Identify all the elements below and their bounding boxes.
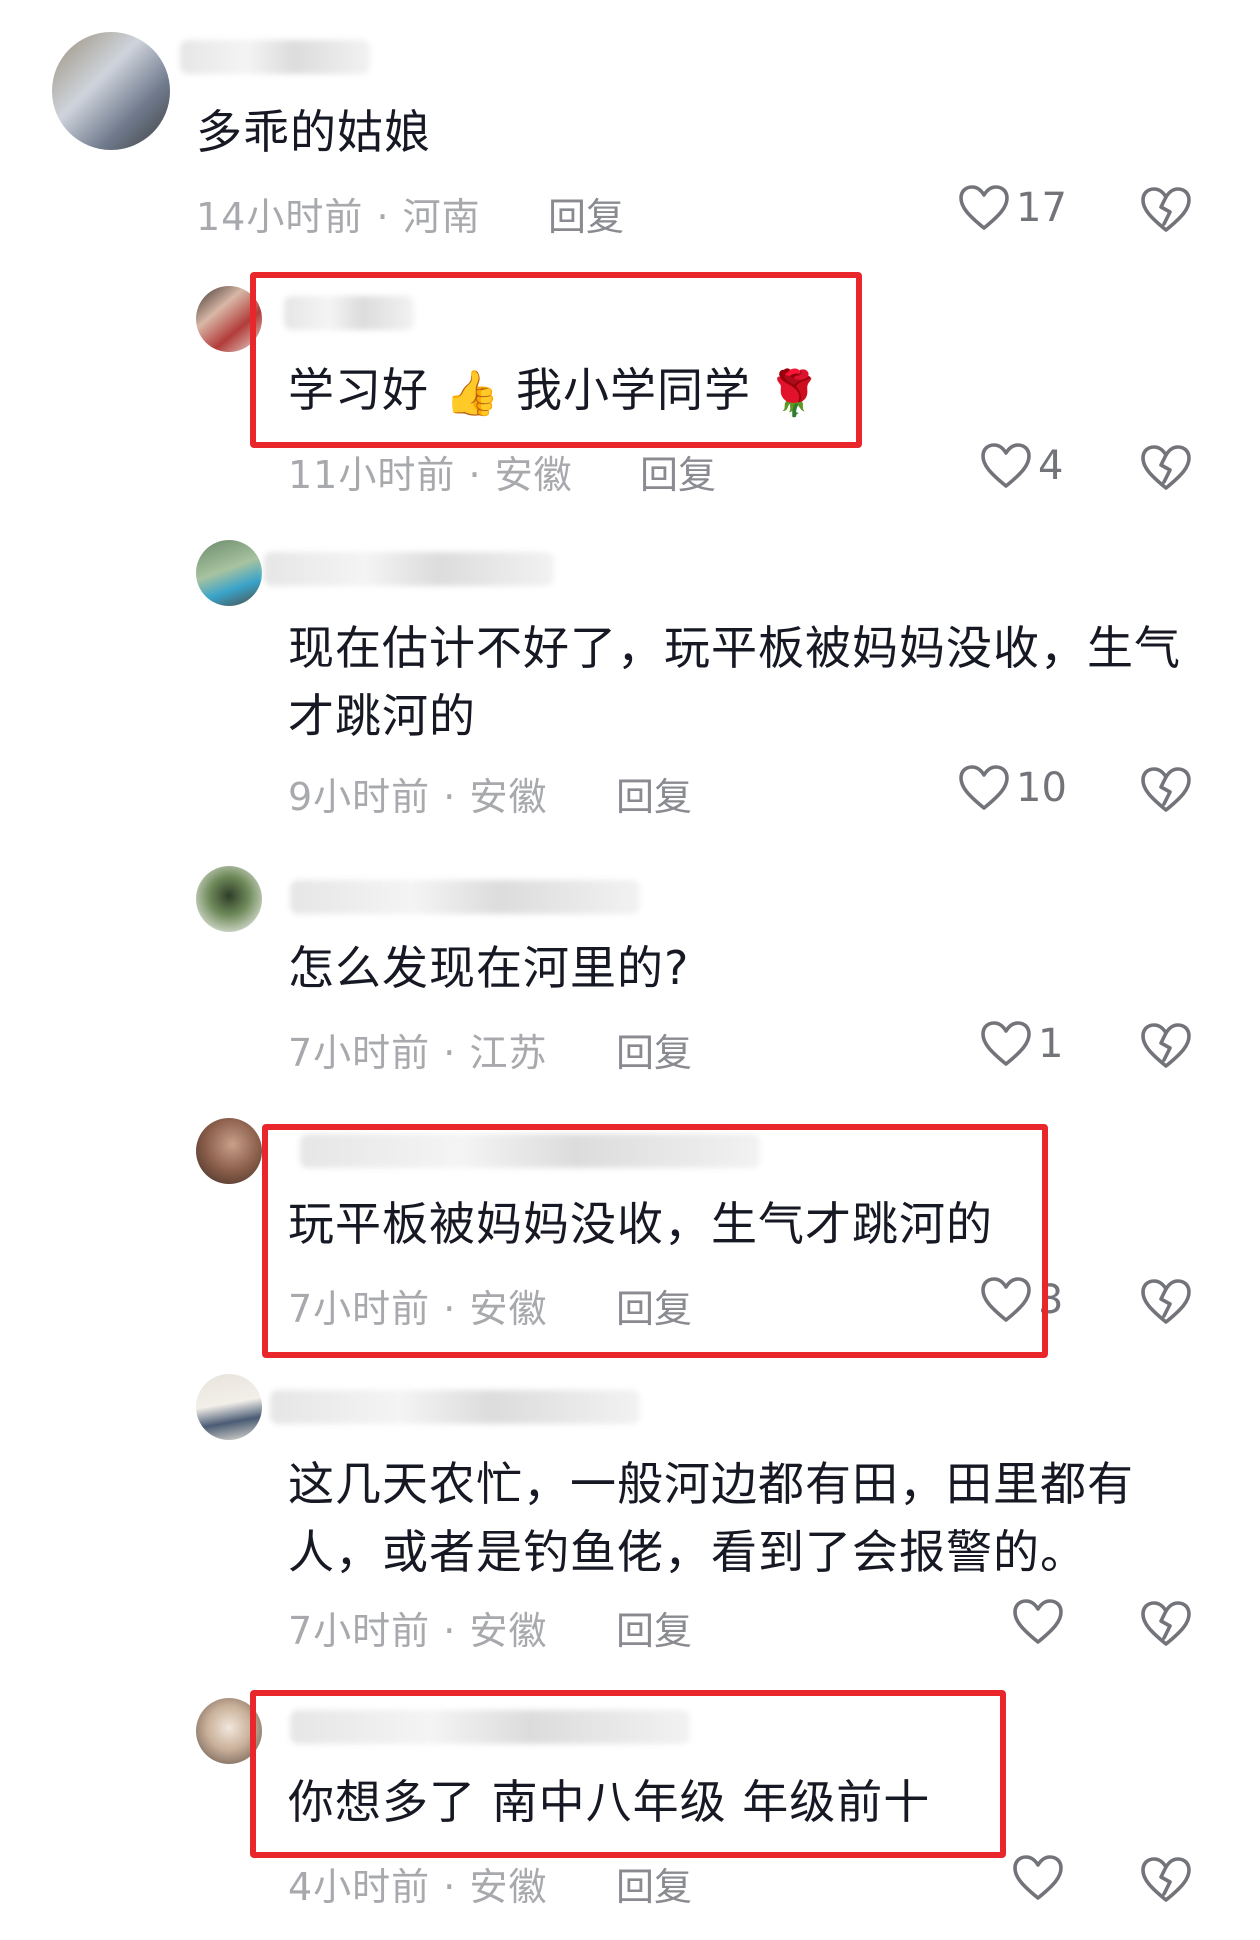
comment-region: 安徽 (469, 775, 548, 819)
like-count: 17 (1016, 185, 1067, 231)
username-blurred[interactable] (264, 552, 554, 586)
like-button[interactable]: 10 (958, 764, 1067, 812)
heart-outline-icon (980, 442, 1032, 490)
broken-heart-icon[interactable] (1140, 1600, 1192, 1648)
broken-heart-icon[interactable] (1140, 1278, 1192, 1326)
comment-meta: 14小时前 · 河南 (196, 186, 481, 241)
comment-text: 这几天农忙，一般河边都有田，田里都有 人，或者是钓鱼佬，看到了会报警的。 (288, 1450, 1134, 1586)
avatar[interactable] (196, 1374, 262, 1440)
comment-meta: 9小时前 · 安徽 (288, 766, 547, 821)
broken-heart-icon[interactable] (1140, 766, 1192, 814)
comment-line: 现在估计不好了，玩平板被妈妈没收，生气 (288, 621, 1181, 675)
heart-outline-icon (1012, 1598, 1064, 1646)
username-blurred[interactable] (180, 40, 370, 74)
comment-time: 4小时前 (288, 1865, 431, 1909)
comment-time: 7小时前 (288, 1609, 431, 1653)
like-button[interactable]: 17 (958, 184, 1067, 232)
comment-meta: 7小时前 · 江苏 (288, 1022, 547, 1077)
reply-button[interactable]: 回复 (548, 186, 624, 241)
like-button[interactable]: 4 (980, 442, 1063, 490)
username-blurred[interactable] (270, 1390, 640, 1424)
like-count: 1 (1038, 1021, 1064, 1067)
broken-heart-icon[interactable] (1140, 444, 1192, 492)
separator: · (443, 775, 457, 819)
separator: · (443, 1609, 457, 1653)
comment-region: 江苏 (469, 1031, 548, 1075)
avatar[interactable] (196, 1118, 262, 1184)
highlight-box (250, 272, 862, 448)
comment-line: 才跳河的 (288, 689, 476, 743)
broken-heart-icon[interactable] (1140, 186, 1192, 234)
avatar[interactable] (196, 866, 262, 932)
comment-time: 7小时前 (288, 1031, 431, 1075)
comment-text: 现在估计不好了，玩平板被妈妈没收，生气 才跳河的 (288, 614, 1181, 750)
comment-region: 安徽 (494, 453, 573, 497)
highlight-box (250, 1690, 1006, 1858)
like-count: 4 (1038, 443, 1064, 489)
comment-meta: 7小时前 · 安徽 (288, 1600, 547, 1655)
username-blurred[interactable] (290, 880, 640, 914)
comment-time: 11小时前 (288, 453, 456, 497)
comment-line: 人，或者是钓鱼佬，看到了会报警的。 (288, 1525, 1087, 1579)
heart-outline-icon (958, 764, 1010, 812)
comment-text: 多乖的姑娘 (196, 105, 431, 159)
reply-button[interactable]: 回复 (640, 444, 716, 499)
highlight-box (262, 1124, 1048, 1358)
comment-meta: 11小时前 · 安徽 (288, 444, 573, 499)
comment-region: 河南 (402, 195, 481, 239)
like-button[interactable] (1012, 1854, 1070, 1902)
comment-meta: 4小时前 · 安徽 (288, 1856, 547, 1911)
comment-time: 14小时前 (196, 195, 364, 239)
like-count: 10 (1016, 765, 1067, 811)
comment-region: 安徽 (469, 1609, 548, 1653)
reply-button[interactable]: 回复 (616, 1600, 692, 1655)
comment-text: 怎么发现在河里的? (288, 941, 690, 995)
separator: · (443, 1031, 457, 1075)
heart-outline-icon (958, 184, 1010, 232)
broken-heart-icon[interactable] (1140, 1022, 1192, 1070)
reply-button[interactable]: 回复 (616, 766, 692, 821)
reply-button[interactable]: 回复 (616, 1856, 692, 1911)
comment-region: 安徽 (469, 1865, 548, 1909)
like-button[interactable] (1012, 1598, 1070, 1646)
reply-button[interactable]: 回复 (616, 1022, 692, 1077)
comment-time: 9小时前 (288, 775, 431, 819)
heart-outline-icon (1012, 1854, 1064, 1902)
separator: · (376, 195, 390, 239)
separator: · (468, 453, 482, 497)
separator: · (443, 1865, 457, 1909)
avatar[interactable] (196, 540, 262, 606)
broken-heart-icon[interactable] (1140, 1856, 1192, 1904)
avatar[interactable] (52, 32, 170, 150)
comment-line: 这几天农忙，一般河边都有田，田里都有 (288, 1457, 1134, 1511)
heart-outline-icon (980, 1020, 1032, 1068)
like-button[interactable]: 1 (980, 1020, 1063, 1068)
